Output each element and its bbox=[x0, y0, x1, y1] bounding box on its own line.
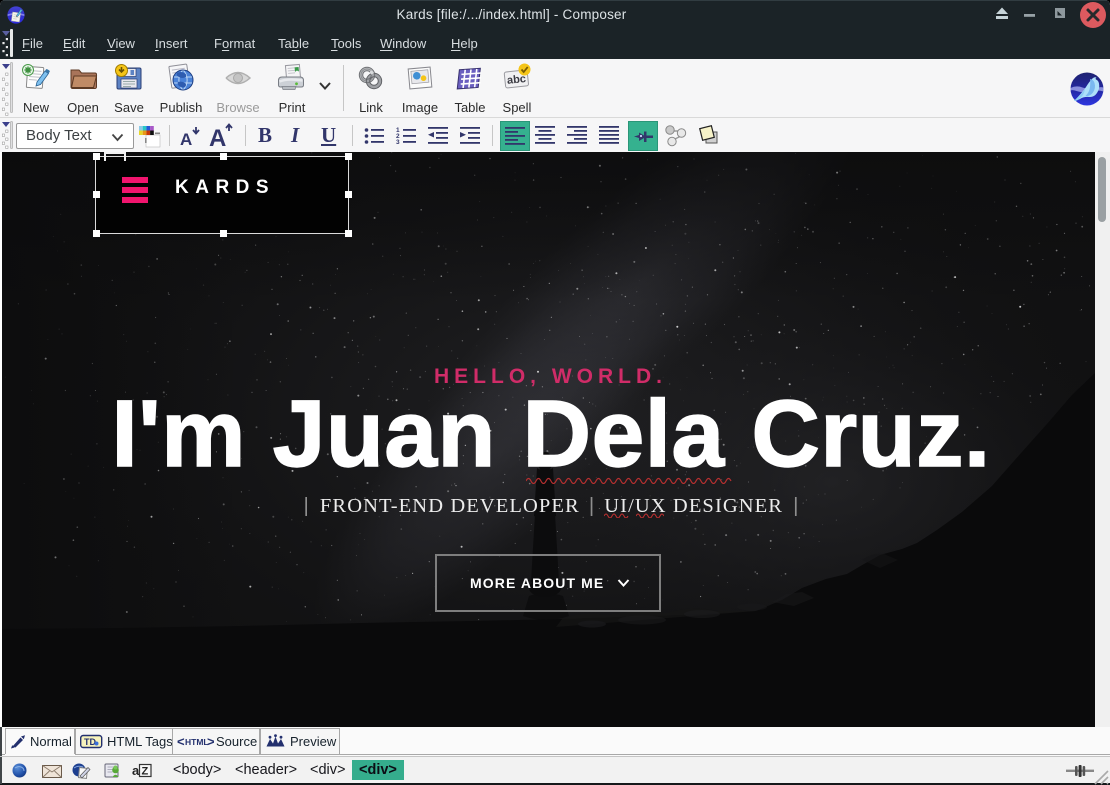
svg-text:Z: Z bbox=[142, 766, 149, 778]
svg-text:A: A bbox=[180, 130, 192, 148]
svg-text:a: a bbox=[132, 763, 140, 778]
svg-text:HTML: HTML bbox=[185, 737, 209, 747]
svg-text:>: > bbox=[207, 735, 214, 748]
svg-text:A: A bbox=[209, 125, 226, 149]
svg-text:3: 3 bbox=[396, 139, 400, 146]
svg-text:<: < bbox=[177, 735, 185, 748]
svg-text:TD: TD bbox=[84, 737, 96, 747]
